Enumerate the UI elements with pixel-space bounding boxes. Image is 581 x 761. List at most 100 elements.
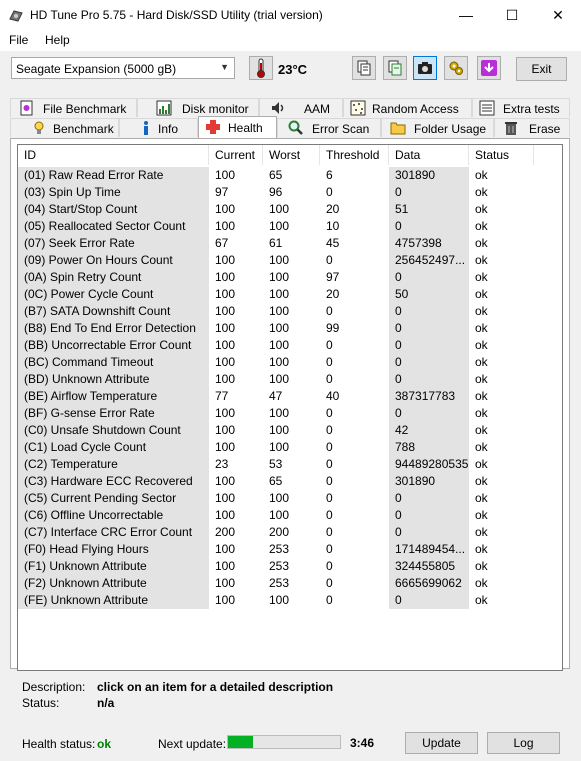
tab-random-access[interactable]: Random Access <box>343 98 472 117</box>
cell-id: (C0) Unsafe Shutdown Count <box>18 422 209 439</box>
tab-disk-monitor[interactable]: Disk monitor <box>137 98 259 117</box>
table-row[interactable]: (09) Power On Hours Count 100 100 0 25645249… <box>18 252 548 269</box>
tab-folder-usage[interactable]: Folder Usage <box>381 118 494 137</box>
table-row[interactable]: (BE) Airflow Temperature 77 47 40 387317783 o… <box>18 388 548 405</box>
header-threshold[interactable]: Threshold <box>320 145 389 165</box>
cell-status: ok <box>475 355 488 369</box>
header-data[interactable]: Data <box>389 145 469 165</box>
cell-current: 100 <box>215 372 236 386</box>
save-button[interactable] <box>477 56 501 80</box>
cell-data: 256452497... <box>389 252 469 269</box>
cell-worst: 53 <box>269 457 283 471</box>
table-row[interactable]: (0A) Spin Retry Count 100 100 97 0 ok <box>18 269 548 286</box>
table-row[interactable]: (C2) Temperature 23 53 0 94489280535 ok <box>18 456 548 473</box>
table-row[interactable]: (05) Reallocated Sector Count 100 100 10 0 ok <box>18 218 548 235</box>
close-button[interactable]: ✕ <box>535 0 581 30</box>
next-update-timer: 3:46 <box>350 736 375 750</box>
minimize-button[interactable]: — <box>443 0 489 30</box>
cell-status: ok <box>475 576 488 590</box>
cell-current: 97 <box>215 185 229 199</box>
cell-current: 100 <box>215 219 236 233</box>
file-benchmark-icon <box>20 100 33 116</box>
cell-worst: 61 <box>269 236 283 250</box>
table-row[interactable]: (B7) SATA Downshift Count 100 100 0 0 ok <box>18 303 548 320</box>
tab-erase[interactable]: Erase <box>494 118 570 137</box>
update-button[interactable]: Update <box>405 732 478 754</box>
table-header: ID Current Worst Threshold Data Status <box>18 145 538 165</box>
smart-table[interactable]: ID Current Worst Threshold Data Status (… <box>17 144 563 671</box>
header-current[interactable]: Current <box>209 145 263 165</box>
cell-data: 0 <box>389 524 469 541</box>
cell-current: 100 <box>215 423 236 437</box>
cell-threshold: 0 <box>326 457 333 471</box>
cell-threshold: 0 <box>326 440 333 454</box>
cell-data: 0 <box>389 507 469 524</box>
cell-current: 100 <box>215 508 236 522</box>
cell-id: (04) Start/Stop Count <box>18 201 209 218</box>
tab-benchmark[interactable]: Benchmark <box>10 118 119 137</box>
drive-select[interactable]: Seagate Expansion (5000 gB) ▼ <box>11 57 235 79</box>
cell-current: 100 <box>215 559 236 573</box>
cell-id: (F1) Unknown Attribute <box>18 558 209 575</box>
tab-aam[interactable]: AAM <box>259 98 343 117</box>
table-row[interactable]: (01) Raw Read Error Rate 100 65 6 301890 ok <box>18 167 548 184</box>
exit-button[interactable]: Exit <box>516 57 567 81</box>
menu-file[interactable]: File <box>9 33 28 47</box>
table-row[interactable]: (07) Seek Error Rate 67 61 45 4757398 ok <box>18 235 548 252</box>
table-row[interactable]: (C1) Load Cycle Count 100 100 0 788 ok <box>18 439 548 456</box>
tab-extra-tests[interactable]: Extra tests <box>472 98 570 117</box>
cell-current: 67 <box>215 236 229 250</box>
log-button[interactable]: Log <box>487 732 560 754</box>
table-row[interactable]: (C3) Hardware ECC Recovered 100 65 0 301890 o… <box>18 473 548 490</box>
cell-worst: 47 <box>269 389 283 403</box>
table-row[interactable]: (BB) Uncorrectable Error Count 100 100 0 0 ok <box>18 337 548 354</box>
cell-status: ok <box>475 525 488 539</box>
table-row[interactable]: (C0) Unsafe Shutdown Count 100 100 0 42 ok <box>18 422 548 439</box>
cell-id: (C5) Current Pending Sector <box>18 490 209 507</box>
cell-data: 42 <box>389 422 469 439</box>
cell-threshold: 0 <box>326 576 333 590</box>
tab-file-benchmark[interactable]: File Benchmark <box>10 98 137 117</box>
table-row[interactable]: (C5) Current Pending Sector 100 100 0 0 ok <box>18 490 548 507</box>
cell-threshold: 97 <box>326 270 340 284</box>
table-row[interactable]: (0C) Power Cycle Count 100 100 20 50 ok <box>18 286 548 303</box>
table-row[interactable]: (F2) Unknown Attribute 100 253 0 6665699062 o… <box>18 575 548 592</box>
tab-health[interactable]: Health <box>198 116 277 138</box>
table-row[interactable]: (BC) Command Timeout 100 100 0 0 ok <box>18 354 548 371</box>
cell-status: ok <box>475 236 488 250</box>
cell-threshold: 0 <box>326 559 333 573</box>
table-row[interactable]: (BD) Unknown Attribute 100 100 0 0 ok <box>18 371 548 388</box>
cell-data: 0 <box>389 490 469 507</box>
table-row[interactable]: (03) Spin Up Time 97 96 0 0 ok <box>18 184 548 201</box>
maximize-button[interactable]: ☐ <box>489 0 535 30</box>
cell-id: (05) Reallocated Sector Count <box>18 218 209 235</box>
table-row[interactable]: (B8) End To End Error Detection 100 100 99 0… <box>18 320 548 337</box>
menu-help[interactable]: Help <box>45 33 70 47</box>
table-row[interactable]: (FE) Unknown Attribute 100 100 0 0 ok <box>18 592 548 609</box>
table-row[interactable]: (04) Start/Stop Count 100 100 20 51 ok <box>18 201 548 218</box>
tab-error-scan[interactable]: Error Scan <box>277 118 381 137</box>
cell-worst: 100 <box>269 355 290 369</box>
table-row[interactable]: (F1) Unknown Attribute 100 253 0 324455805 ok <box>18 558 548 575</box>
cell-status: ok <box>475 474 488 488</box>
cell-data: 4757398 <box>389 235 469 252</box>
screenshot-button[interactable] <box>413 56 437 80</box>
options-button[interactable] <box>444 56 468 80</box>
header-worst[interactable]: Worst <box>263 145 320 165</box>
table-row[interactable]: (C7) Interface CRC Error Count 200 200 0 0 ok <box>18 524 548 541</box>
table-row[interactable]: (C6) Offline Uncorrectable 100 100 0 0 ok <box>18 507 548 524</box>
cell-status: ok <box>475 202 488 216</box>
copy-info-button[interactable] <box>352 56 376 80</box>
table-row[interactable]: (F0) Head Flying Hours 100 253 0 171489454..… <box>18 541 548 558</box>
copy-text-button[interactable] <box>383 56 407 80</box>
table-row[interactable]: (BF) G-sense Error Rate 100 100 0 0 ok <box>18 405 548 422</box>
cell-id: (F2) Unknown Attribute <box>18 575 209 592</box>
erase-icon <box>505 122 517 135</box>
cell-id: (0C) Power Cycle Count <box>18 286 209 303</box>
header-status[interactable]: Status <box>469 145 534 165</box>
cell-threshold: 20 <box>326 287 340 301</box>
tab-info[interactable]: Info <box>119 118 198 137</box>
cell-current: 100 <box>215 593 236 607</box>
cell-status: ok <box>475 287 488 301</box>
header-id[interactable]: ID <box>18 145 209 165</box>
